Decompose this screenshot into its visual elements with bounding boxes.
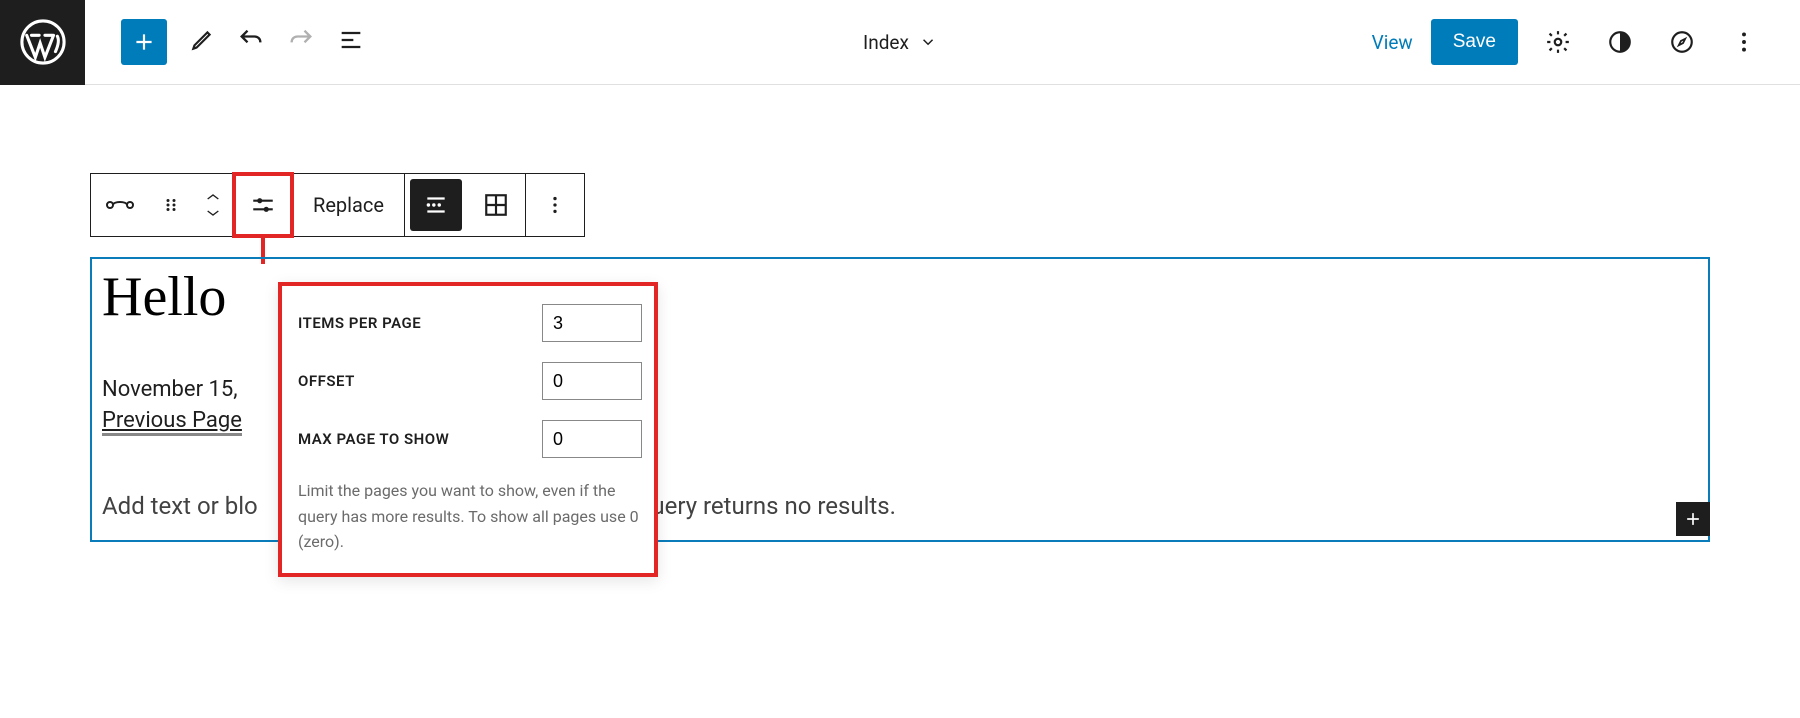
offset-input[interactable] xyxy=(542,362,642,400)
dots-vertical-icon xyxy=(544,194,566,216)
compass-icon xyxy=(1669,29,1695,55)
list-view-icon xyxy=(337,26,365,54)
items-per-page-label: Items Per Page xyxy=(298,314,421,332)
redo-button[interactable] xyxy=(287,26,315,58)
grid-layout-button[interactable] xyxy=(467,174,525,236)
offset-label: Offset xyxy=(298,372,355,390)
redo-icon xyxy=(287,26,315,54)
toolbar-right: View Save xyxy=(1372,19,1800,65)
chevron-down-icon xyxy=(919,33,937,51)
infinity-icon xyxy=(105,193,135,217)
block-toolbar: Replace xyxy=(90,173,585,237)
navigation-button[interactable] xyxy=(1660,20,1704,64)
view-link[interactable]: View xyxy=(1372,31,1413,54)
save-button[interactable]: Save xyxy=(1431,19,1518,65)
wordpress-icon xyxy=(20,19,66,65)
top-toolbar: Index View Save xyxy=(0,0,1800,85)
display-settings-popover: Items Per Page Offset Max page to show L… xyxy=(278,282,658,577)
settings-button[interactable] xyxy=(1536,20,1580,64)
template-name: Index xyxy=(863,31,909,54)
gear-icon xyxy=(1545,29,1571,55)
plus-icon xyxy=(1683,509,1703,529)
list-layout-icon xyxy=(423,192,449,218)
max-page-help-text: Limit the pages you want to show, even i… xyxy=(298,478,642,555)
chevron-up-icon xyxy=(205,192,221,202)
styles-button[interactable] xyxy=(1598,20,1642,64)
replace-button[interactable]: Replace xyxy=(293,174,404,236)
add-block-button[interactable] xyxy=(121,19,167,65)
more-options-button[interactable] xyxy=(1722,20,1766,64)
append-block-button[interactable] xyxy=(1676,502,1710,536)
plus-icon xyxy=(131,29,157,55)
template-selector[interactable]: Index xyxy=(863,31,937,54)
max-page-input[interactable] xyxy=(542,420,642,458)
items-per-page-input[interactable] xyxy=(542,304,642,342)
chevron-down-icon xyxy=(205,208,221,218)
toolbar-left xyxy=(85,19,365,65)
edit-tool-button[interactable] xyxy=(189,27,215,57)
previous-page-link[interactable]: Previous Page xyxy=(102,408,242,436)
sliders-icon xyxy=(250,192,276,218)
list-view-button[interactable] xyxy=(337,26,365,58)
max-page-label: Max page to show xyxy=(298,430,449,448)
undo-button[interactable] xyxy=(237,26,265,58)
contrast-icon xyxy=(1607,29,1633,55)
move-updown[interactable] xyxy=(193,192,233,218)
undo-icon xyxy=(237,26,265,54)
wordpress-logo[interactable] xyxy=(0,0,85,85)
dots-vertical-icon xyxy=(1731,29,1757,55)
block-more-options[interactable] xyxy=(526,174,584,236)
editor-canvas: Replace Hello Novembe xyxy=(0,85,1800,542)
list-layout-button[interactable] xyxy=(405,174,467,236)
drag-icon xyxy=(162,196,180,214)
pencil-icon xyxy=(189,27,215,53)
grid-icon xyxy=(483,192,509,218)
drag-handle[interactable] xyxy=(149,174,193,236)
display-settings-button[interactable] xyxy=(234,174,292,236)
query-loop-block-icon[interactable] xyxy=(91,174,149,236)
